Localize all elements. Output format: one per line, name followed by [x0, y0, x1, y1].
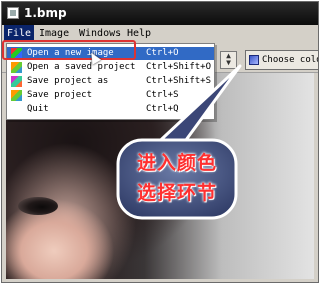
callout-line-1: 进入颜色 — [136, 152, 217, 174]
callout-text: 进入颜色 选择环节 — [122, 148, 232, 208]
callout-pointer — [148, 64, 242, 152]
callout-line-2: 选择环节 — [136, 182, 217, 204]
callout-bubble — [116, 64, 242, 220]
